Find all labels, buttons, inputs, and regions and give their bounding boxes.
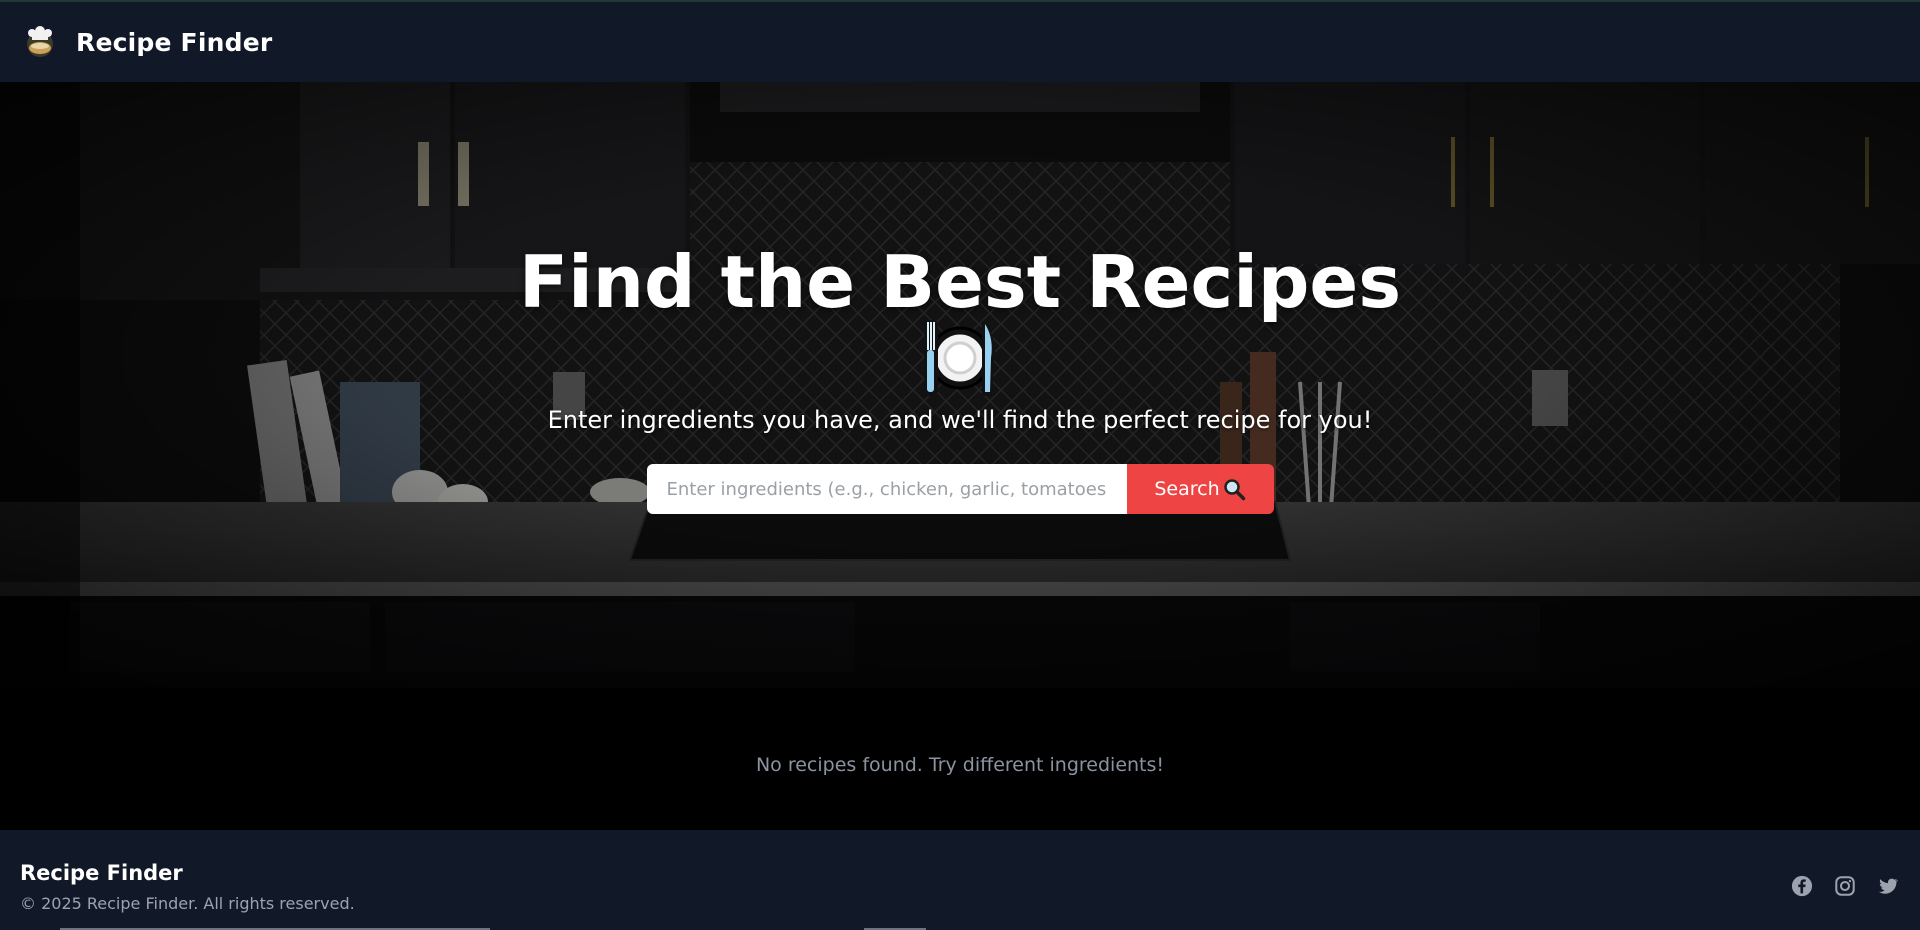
hero-section: Find the Best Recipes Enter ingredients … xyxy=(0,82,1920,688)
facebook-link[interactable] xyxy=(1790,874,1814,898)
hero-content: Find the Best Recipes Enter ingredients … xyxy=(0,82,1920,688)
chef-hat-icon[interactable] xyxy=(22,24,58,60)
footer-copyright: © 2025 Recipe Finder. All rights reserve… xyxy=(20,894,355,913)
search-button-label: Search xyxy=(1154,478,1220,500)
search-button[interactable]: Search xyxy=(1126,464,1274,514)
hero-title: Find the Best Recipes xyxy=(518,240,1402,324)
fork-knife-plate-icon xyxy=(924,320,995,396)
navbar: Recipe Finder xyxy=(0,0,1920,82)
social-links xyxy=(1790,874,1900,898)
footer-brand: Recipe Finder xyxy=(20,861,183,885)
results-section: No recipes found. Try different ingredie… xyxy=(0,688,1920,830)
search-bar: Search xyxy=(646,464,1274,514)
instagram-link[interactable] xyxy=(1833,874,1857,898)
instagram-icon xyxy=(1835,876,1855,896)
empty-results-message: No recipes found. Try different ingredie… xyxy=(755,754,1165,776)
hero-subtitle: Enter ingredients you have, and we'll fi… xyxy=(547,406,1373,434)
twitter-link[interactable] xyxy=(1876,874,1900,898)
footer: Recipe Finder © 2025 Recipe Finder. All … xyxy=(0,830,1920,930)
facebook-icon xyxy=(1791,875,1813,897)
nav-brand[interactable]: Recipe Finder xyxy=(76,28,272,57)
ingredient-search-input[interactable] xyxy=(646,464,1127,514)
twitter-icon xyxy=(1878,878,1899,894)
magnifier-icon xyxy=(1223,479,1245,501)
